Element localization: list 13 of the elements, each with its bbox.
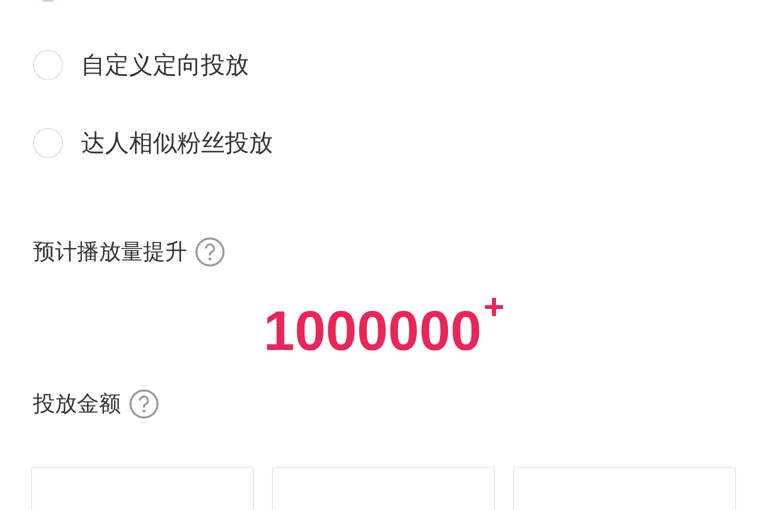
amount-option[interactable]: [272, 467, 495, 510]
help-icon[interactable]: [129, 389, 159, 419]
amount-option[interactable]: [513, 467, 736, 510]
section-title: 投放金额: [33, 391, 121, 419]
plus-sign: +: [483, 289, 505, 325]
radio-label[interactable]: 自定义定向投放: [81, 49, 249, 81]
section-title: 预计播放量提升: [33, 239, 187, 267]
amount-option[interactable]: [31, 467, 254, 510]
radio-button[interactable]: [33, 128, 63, 158]
help-icon[interactable]: [195, 237, 225, 267]
radio-button[interactable]: [33, 50, 63, 80]
radio-label[interactable]: 达人相似粉丝投放: [81, 127, 273, 159]
estimate-value: 1000000: [263, 303, 482, 359]
